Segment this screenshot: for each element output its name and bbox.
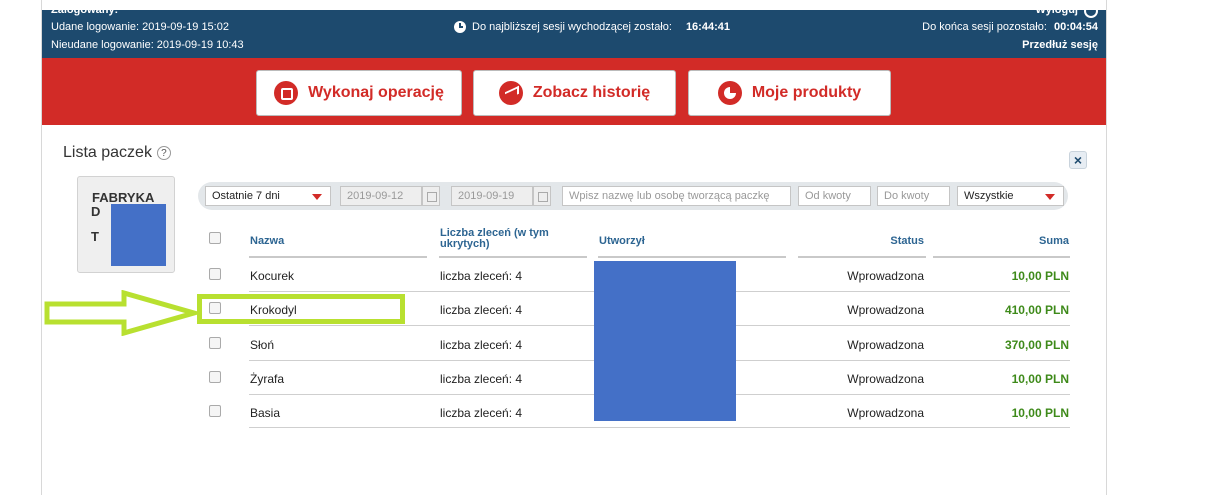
header-underline xyxy=(249,256,427,258)
header-underline xyxy=(439,256,587,258)
row-status: Wprowadzona xyxy=(847,269,924,283)
search-input[interactable]: Wpisz nazwę lub osobę tworzącą paczkę xyxy=(562,186,791,206)
clock-icon xyxy=(454,21,466,33)
view-history-button[interactable]: Zobacz historię xyxy=(473,70,676,116)
row-status: Wprowadzona xyxy=(847,303,924,317)
row-name: Żyrafa xyxy=(250,372,285,386)
session-end-label: Do końca sesji pozostało: xyxy=(922,21,1047,33)
row-count: liczba zleceń: 4 xyxy=(440,338,523,352)
help-icon[interactable]: ? xyxy=(156,146,171,160)
chart-icon xyxy=(498,81,523,105)
last-success-login: Udane logowanie: 2019-09-19 15:02 xyxy=(51,21,229,33)
date-from-input[interactable]: 2019-09-12 xyxy=(340,186,422,206)
redaction-box xyxy=(111,204,166,266)
amount-to-input[interactable]: Do kwoty xyxy=(877,186,950,206)
logged-in-text: Zalogowany: xyxy=(51,4,119,16)
filter-bar: Ostatnie 7 dni 2019-09-12 2019-09-19 Wpi… xyxy=(198,182,1068,210)
row-checkbox[interactable] xyxy=(209,268,221,280)
row-sum: 10,00 PLN xyxy=(1011,372,1069,386)
column-header-sum[interactable]: Suma xyxy=(980,235,1069,247)
status-select[interactable]: Wszystkie xyxy=(957,186,1064,206)
session-end-value: 00:04:54 xyxy=(1053,21,1098,33)
my-products-button[interactable]: Moje produkty xyxy=(688,70,891,116)
outgoing-session-value: 16:44:41 xyxy=(685,21,730,33)
execute-operation-label: Wykonaj operację xyxy=(308,84,444,101)
status-select-value: Wszystkie xyxy=(964,190,1014,202)
extend-session-link[interactable]: Przedłuż sesję xyxy=(1022,39,1098,51)
period-select[interactable]: Ostatnie 7 dni xyxy=(205,186,331,206)
execute-operation-button[interactable]: Wykonaj operację xyxy=(256,70,462,116)
logout-link[interactable]: Wyloguj xyxy=(1035,4,1078,16)
column-header-created-by[interactable]: Utworzył xyxy=(599,235,645,247)
row-count: liczba zleceń: 4 xyxy=(440,269,523,283)
pie-chart-icon xyxy=(717,81,742,105)
header-underline xyxy=(598,256,786,258)
row-sum: 370,00 PLN xyxy=(1004,338,1069,352)
row-count: liczba zleceń: 4 xyxy=(440,303,523,317)
row-checkbox[interactable] xyxy=(209,337,221,349)
row-sum: 10,00 PLN xyxy=(1011,269,1069,283)
calendar-icon[interactable] xyxy=(422,186,440,206)
close-button[interactable]: × xyxy=(1069,151,1087,169)
row-count: liczba zleceń: 4 xyxy=(440,372,523,386)
row-count: liczba zleceń: 4 xyxy=(440,406,523,420)
date-to-input[interactable]: 2019-09-19 xyxy=(451,186,533,206)
row-status: Wprowadzona xyxy=(847,372,924,386)
session-header: Zalogowany: Wyloguj Udane logowanie: 201… xyxy=(42,4,1106,58)
page-title: Lista paczek ? xyxy=(63,144,171,162)
external-link-icon xyxy=(274,81,299,105)
row-sum: 10,00 PLN xyxy=(1011,406,1069,420)
chevron-down-icon xyxy=(312,194,322,200)
row-divider xyxy=(249,427,1070,428)
period-select-value: Ostatnie 7 dni xyxy=(212,190,280,202)
column-header-name[interactable]: Nazwa xyxy=(250,235,284,247)
redaction-box xyxy=(594,261,736,421)
session-end-info: Do końca sesji pozostało: 00:04:54 xyxy=(922,21,1098,33)
calendar-icon[interactable] xyxy=(533,186,551,206)
logout-icon[interactable] xyxy=(1084,4,1098,18)
page: Zalogowany: Wyloguj Udane logowanie: 201… xyxy=(0,0,1208,495)
amount-from-input[interactable]: Od kwoty xyxy=(798,186,871,206)
select-all-checkbox[interactable] xyxy=(209,232,221,244)
row-name: Basia xyxy=(250,406,281,420)
company-name-line3: T xyxy=(91,229,99,244)
row-status: Wprowadzona xyxy=(847,338,924,352)
chevron-down-icon xyxy=(1045,194,1055,200)
company-name: FABRYKA xyxy=(92,190,155,205)
page-title-text: Lista paczek xyxy=(63,144,152,161)
last-failed-login: Nieudane logowanie: 2019-09-19 10:43 xyxy=(51,39,244,51)
row-sum: 410,00 PLN xyxy=(1004,303,1069,317)
main-nav: Wykonaj operację Zobacz historię Moje pr… xyxy=(42,58,1106,125)
row-name: Kocurek xyxy=(250,269,295,283)
row-checkbox[interactable] xyxy=(209,405,221,417)
my-products-label: Moje produkty xyxy=(751,84,862,101)
column-header-count[interactable]: Liczba zleceń (w tym ukrytych) xyxy=(440,228,580,250)
company-tile[interactable]: FABRYKA D T xyxy=(77,176,175,273)
outgoing-session-label: Do najbliższej sesji wychodzącej zostało… xyxy=(472,21,672,33)
highlight-box xyxy=(197,294,405,324)
outgoing-session-info: Do najbliższej sesji wychodzącej zostało… xyxy=(454,21,730,33)
row-status: Wprowadzona xyxy=(847,406,924,420)
column-header-status[interactable]: Status xyxy=(800,235,924,247)
header-underline xyxy=(798,256,926,258)
row-name: Słoń xyxy=(250,338,275,352)
annotation-arrow-icon xyxy=(44,290,200,336)
row-checkbox[interactable] xyxy=(209,371,221,383)
view-history-label: Zobacz historię xyxy=(532,84,651,101)
header-underline xyxy=(933,256,1070,258)
company-name-line2: D xyxy=(91,204,101,219)
